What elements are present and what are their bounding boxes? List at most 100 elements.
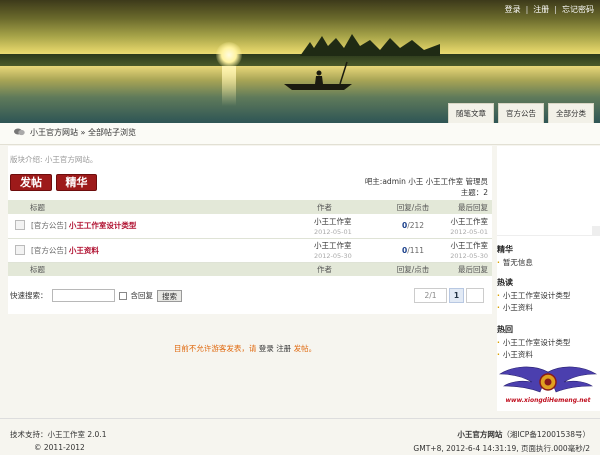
- top-link-separator: |: [554, 5, 557, 14]
- breadcrumb-current: 全部帖子浏览: [88, 128, 136, 137]
- post-button[interactable]: 发帖: [10, 174, 52, 191]
- col-title: 标题: [30, 202, 45, 212]
- sidebar-hot-reply-title: 热回: [497, 325, 513, 334]
- footer-site-name[interactable]: 小王官方网站: [457, 430, 502, 439]
- top-link-separator: |: [525, 5, 529, 14]
- breadcrumb-site-link[interactable]: 小王官方网站: [30, 128, 78, 137]
- row-clicks: /111: [407, 245, 425, 255]
- guest-notice: 目前不允许游客发表，请 登录 注册 发帖。: [0, 343, 490, 354]
- topic-count: 主题：2: [460, 188, 488, 197]
- row-last-user[interactable]: 小王工作室: [451, 241, 489, 250]
- table-row[interactable]: [官方公告] 小王资料 小王工作室 2012-05-30 0/111 小王工作室 20…: [8, 238, 492, 263]
- include-replies-checkbox[interactable]: [118, 291, 127, 300]
- tab-essays[interactable]: 随笔文章: [448, 103, 494, 123]
- board-description: 版块介绍: 小王官方网站。: [10, 155, 98, 164]
- chat-bubble-icon: [14, 128, 25, 136]
- row-counts: 0/212: [384, 214, 442, 239]
- row-category[interactable]: [官方公告]: [31, 246, 67, 255]
- header-banner: 登录 | 注册 | 忘记密码 随笔文章 官方公告 全部分类: [0, 0, 600, 123]
- row-title-cell: [官方公告] 小王资料: [8, 238, 314, 263]
- row-last-user[interactable]: 小王工作室: [451, 217, 489, 226]
- sidebar-digest: 精华 暂无信息: [497, 244, 600, 269]
- sidebar-item[interactable]: 小王工作室设计类型: [497, 290, 600, 302]
- banner-boat-graphic: [284, 61, 352, 90]
- row-last-reply-cell: 小王工作室 2012-05-01: [442, 214, 492, 239]
- footer-copyright: © 2011-2012: [34, 443, 85, 452]
- col-title: 标题: [30, 264, 45, 274]
- table-header: 标题 作者 回复/点击 最后回复: [8, 200, 492, 214]
- row-category[interactable]: [官方公告]: [31, 221, 67, 230]
- main-content: 版块介绍: 小王官方网站。 发帖 精华 吧主:admin 小王 小王工作室 管理…: [8, 146, 492, 314]
- winged-logo: www.xiongdiHemeng.net: [498, 366, 598, 404]
- row-clicks: /212: [407, 221, 425, 231]
- banner-sun: [216, 42, 242, 68]
- table-row[interactable]: [官方公告] 小王工作室设计类型 小王工作室 2012-05-01 0/212 小王…: [8, 214, 492, 239]
- footer-support: 技术支持：小王工作室 2.0.1: [10, 430, 107, 439]
- notice-register-link[interactable]: 注册: [276, 344, 291, 353]
- notice-end: 发帖。: [293, 344, 317, 353]
- sidebar-item[interactable]: 小王资料: [497, 302, 600, 314]
- sidebar-item[interactable]: 小王资料: [497, 349, 600, 361]
- digest-button[interactable]: 精华: [56, 174, 97, 191]
- row-author-cell: 小王工作室 2012-05-30: [314, 238, 384, 263]
- notice-login-link[interactable]: 登录: [259, 344, 274, 353]
- page-current[interactable]: 1: [449, 288, 464, 303]
- scroll-down-arrow[interactable]: [592, 226, 600, 235]
- table-footer-header: 标题 作者 回复/点击 最后回复: [8, 262, 492, 276]
- page-info: 2/1: [414, 288, 447, 303]
- col-author: 作者: [317, 264, 332, 274]
- banner-sun-reflection: [222, 66, 236, 106]
- forgot-password-link[interactable]: 忘记密码: [562, 5, 594, 14]
- sidebar-scroll-area[interactable]: [497, 146, 600, 236]
- pagination: 2/1 1: [414, 288, 484, 303]
- logo-url-text: www.xiongdiHemeng.net: [506, 397, 592, 404]
- footer-icp[interactable]: （湘ICP备12001538号）: [502, 430, 590, 439]
- sidebar-digest-title: 精华: [497, 245, 513, 254]
- sidebar-item[interactable]: 小王工作室设计类型: [497, 337, 600, 349]
- search-button[interactable]: 搜索: [157, 289, 182, 302]
- page-next[interactable]: [466, 288, 484, 303]
- col-author: 作者: [317, 202, 332, 212]
- row-date: 2012-05-30: [314, 252, 352, 260]
- tab-announcements[interactable]: 官方公告: [498, 103, 544, 123]
- row-author-cell: 小王工作室 2012-05-01: [314, 214, 384, 239]
- row-counts: 0/111: [384, 238, 442, 263]
- nav-tabs: 随笔文章 官方公告 全部分类: [448, 103, 594, 123]
- row-author[interactable]: 小王工作室: [314, 217, 352, 226]
- col-last-reply: 最后回复: [458, 264, 488, 274]
- row-title-cell: [官方公告] 小王工作室设计类型: [8, 214, 314, 239]
- moderators-line: 吧主:admin 小王 小王工作室 管理员: [364, 177, 488, 186]
- breadcrumb: 小王官方网站 » 全部帖子浏览: [0, 123, 600, 145]
- document-icon: [15, 244, 25, 255]
- sidebar-hot-reply: 热回 小王工作室设计类型 小王资料: [497, 324, 600, 361]
- register-link[interactable]: 注册: [533, 5, 549, 14]
- sidebar-item: 暂无信息: [497, 257, 600, 269]
- row-last-date: 2012-05-30: [450, 252, 488, 260]
- row-date: 2012-05-01: [314, 227, 352, 236]
- col-replies: 回复/点击: [396, 202, 430, 212]
- row-last-reply-cell: 小王工作室 2012-05-30: [442, 238, 492, 263]
- include-replies-label: 含回复: [130, 291, 154, 300]
- banner-trees-graphic: [300, 34, 440, 56]
- row-title-link[interactable]: 小王资料: [69, 246, 99, 255]
- col-replies: 回复/点击: [396, 264, 430, 274]
- search-label: 快速搜索：: [10, 291, 48, 300]
- row-last-date: 2012-05-01: [450, 227, 488, 236]
- footer-site-info: 小王官方网站（湘ICP备12001538号）: [457, 429, 590, 440]
- quick-search: 快速搜索： 含回复 搜索: [10, 289, 182, 302]
- footer-runtime: GMT+8, 2012-6-4 14:31:19, 页面执行.000毫秒/2: [413, 444, 590, 453]
- topic-table: 标题 作者 回复/点击 最后回复 [官方公告] 小王工作室设计类型 小王工作室 20…: [8, 200, 492, 276]
- login-link[interactable]: 登录: [505, 5, 521, 14]
- sidebar-hot-read: 热读 小王工作室设计类型 小王资料: [497, 277, 600, 314]
- tab-all-categories[interactable]: 全部分类: [548, 103, 594, 123]
- search-input[interactable]: [51, 289, 115, 302]
- row-author[interactable]: 小王工作室: [314, 241, 352, 250]
- footer: 技术支持：小王工作室 2.0.1 © 2011-2012 小王官方网站（湘ICP…: [0, 418, 600, 455]
- top-links: 登录 | 注册 | 忘记密码: [505, 4, 594, 15]
- document-icon: [15, 220, 25, 231]
- sidebar-hot-read-title: 热读: [497, 278, 513, 287]
- breadcrumb-separator: »: [80, 128, 86, 137]
- notice-text: 目前不允许游客发表，请: [173, 344, 257, 353]
- col-last-reply: 最后回复: [458, 202, 488, 212]
- row-title-link[interactable]: 小王工作室设计类型: [69, 221, 137, 230]
